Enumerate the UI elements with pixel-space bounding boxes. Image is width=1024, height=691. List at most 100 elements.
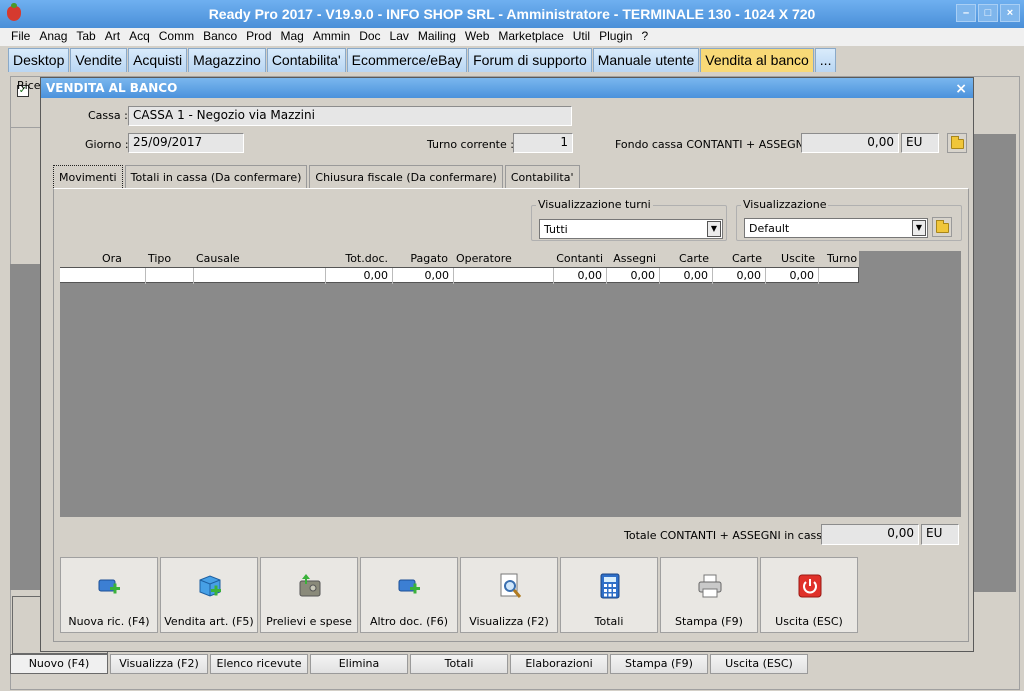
tab-totali-in-cassa[interactable]: Totali in cassa (Da confermare) [124, 165, 308, 188]
cell-tot-doc: 0,00 [326, 268, 393, 284]
menu-plugin[interactable]: Plugin [596, 28, 638, 46]
menu-doc[interactable]: Doc [356, 28, 386, 46]
cell-tipo [146, 268, 194, 284]
fondo-cassa-field[interactable]: 0,00 [801, 133, 899, 153]
menu-anag[interactable]: Anag [36, 28, 73, 46]
menu-ammin[interactable]: Ammin [310, 28, 356, 46]
bg-stampa-button[interactable]: Stampa (F9) [610, 654, 708, 674]
tab-contabilita-dialog[interactable]: Contabilita' [504, 165, 580, 188]
col-contanti[interactable]: Contanti [552, 251, 607, 267]
magnifier-document-icon [500, 573, 522, 598]
minimize-button[interactable]: – [956, 4, 976, 22]
vis-select[interactable]: Default ▼ [744, 218, 928, 238]
new-document-plus-icon [98, 579, 120, 594]
vis-folder-button[interactable] [932, 217, 952, 237]
maximize-button[interactable]: □ [978, 4, 998, 22]
col-tipo[interactable]: Tipo [148, 251, 171, 267]
nuova-ricevuta-button[interactable]: Nuova ric. (F4) [60, 557, 158, 633]
vis-turni-select[interactable]: Tutti ▼ [539, 219, 723, 239]
calculator-icon [600, 573, 620, 599]
tab-chiusura-fiscale[interactable]: Chiusura fiscale (Da confermare) [309, 165, 503, 188]
cassa-field[interactable]: CASSA 1 - Negozio via Mazzini [128, 106, 572, 126]
col-ora[interactable]: Ora [102, 251, 122, 267]
menu-marketplace[interactable]: Marketplace [495, 28, 569, 46]
menu-comm[interactable]: Comm [156, 28, 200, 46]
cash-safe-icon [299, 574, 321, 597]
menu-help[interactable]: ? [638, 28, 654, 46]
bg-visualizza-button[interactable]: Visualizza (F2) [110, 654, 208, 674]
col-operatore[interactable]: Operatore [456, 251, 512, 267]
chevron-down-icon[interactable]: ▼ [707, 221, 721, 237]
vis-turni-value: Tutti [544, 223, 568, 236]
col-causale[interactable]: Causale [196, 251, 240, 267]
vendita-al-banco-dialog: VENDITA AL BANCO × Cassa : CASSA 1 - Neg… [40, 77, 974, 652]
totali-label: Totali [594, 615, 624, 628]
menu-mailing[interactable]: Mailing [415, 28, 462, 46]
folder-icon [951, 136, 964, 149]
close-window-button[interactable]: × [1000, 4, 1020, 22]
bg-elimina-button[interactable]: Elimina [310, 654, 408, 674]
tab-magazzino[interactable]: Magazzino [188, 48, 266, 72]
tab-manuale[interactable]: Manuale utente [592, 48, 700, 72]
tab-ecommerce[interactable]: Ecommerce/eBay [346, 48, 468, 72]
menu-prod[interactable]: Prod [243, 28, 277, 46]
menu-acq[interactable]: Acq [126, 28, 156, 46]
document-plus-icon [398, 579, 420, 594]
cell-uscite: 0,00 [766, 268, 819, 284]
cell-ora [80, 268, 146, 284]
tab-vendita-al-banco[interactable]: Vendita al banco [700, 48, 814, 72]
fondo-cassa-label: Fondo cassa CONTANTI + ASSEGNI : [615, 138, 815, 151]
tab-vendite[interactable]: Vendite [70, 48, 128, 72]
chevron-down-icon[interactable]: ▼ [912, 220, 926, 236]
menu-util[interactable]: Util [570, 28, 596, 46]
col-carte-2[interactable]: Carte [713, 251, 766, 267]
uscita-button[interactable]: Uscita (ESC) [760, 557, 858, 633]
nuova-ricevuta-label: Nuova ric. (F4) [68, 615, 150, 628]
vis-turni-label: Visualizzazione turni [536, 198, 653, 211]
tab-forum[interactable]: Forum di supporto [468, 48, 592, 72]
vendita-articolo-button[interactable]: Vendita art. (F5) [160, 557, 258, 633]
table-row[interactable]: 0,00 0,00 0,00 0,00 0,00 0,00 0,00 [60, 267, 859, 284]
bg-elaborazioni-button[interactable]: Elaborazioni [510, 654, 608, 674]
bg-totali-button[interactable]: Totali [410, 654, 508, 674]
bg-uscita-button[interactable]: Uscita (ESC) [710, 654, 808, 674]
stampa-button[interactable]: Stampa (F9) [660, 557, 758, 633]
cell-assegni: 0,00 [607, 268, 660, 284]
dialog-close-button[interactable]: × [955, 79, 967, 99]
altro-documento-button[interactable]: Altro doc. (F6) [360, 557, 458, 633]
vis-label: Visualizzazione [741, 198, 829, 211]
movimenti-grid[interactable]: Ora Tipo Causale Tot.doc. Pagato Operato… [60, 251, 961, 517]
col-tot-doc[interactable]: Tot.doc. [326, 251, 392, 267]
fondo-folder-button[interactable] [947, 133, 967, 153]
bg-nuovo-button[interactable]: Nuovo (F4) [10, 654, 108, 674]
totale-cassa-field[interactable]: 0,00 [821, 524, 919, 545]
cell-turno [819, 268, 859, 284]
tab-contabilita[interactable]: Contabilita' [266, 48, 346, 72]
menu-lav[interactable]: Lav [387, 28, 415, 46]
col-turno[interactable]: Turno [827, 251, 857, 267]
menu-file[interactable]: File [8, 28, 36, 46]
col-pagato[interactable]: Pagato [392, 251, 452, 267]
tab-desktop[interactable]: Desktop [8, 48, 70, 72]
grid-header: Ora Tipo Causale Tot.doc. Pagato Operato… [60, 251, 859, 267]
tab-movimenti[interactable]: Movimenti [53, 165, 123, 188]
tab-more[interactable]: ... [814, 48, 837, 72]
menu-art[interactable]: Art [102, 28, 126, 46]
tab-acquisti[interactable]: Acquisti [128, 48, 188, 72]
menu-tab[interactable]: Tab [73, 28, 101, 46]
col-uscite[interactable]: Uscite [766, 251, 819, 267]
window-controls: – □ × [956, 4, 1020, 22]
dialog-title-bar: VENDITA AL BANCO × [41, 78, 973, 98]
menu-banco[interactable]: Banco [200, 28, 243, 46]
col-carte-1[interactable]: Carte [660, 251, 713, 267]
bg-elenco-ricevute-button[interactable]: Elenco ricevute [210, 654, 308, 674]
visualizza-label: Visualizza (F2) [469, 615, 549, 628]
prelievi-spese-button[interactable]: Prelievi e spese [260, 557, 358, 633]
visualizza-button[interactable]: Visualizza (F2) [460, 557, 558, 633]
menu-mag[interactable]: Mag [278, 28, 310, 46]
totali-button[interactable]: Totali [560, 557, 658, 633]
menu-web[interactable]: Web [462, 28, 495, 46]
col-assegni[interactable]: Assegni [607, 251, 660, 267]
turno-corrente-field[interactable]: 1 [513, 133, 573, 153]
giorno-field[interactable]: 25/09/2017 [128, 133, 244, 153]
